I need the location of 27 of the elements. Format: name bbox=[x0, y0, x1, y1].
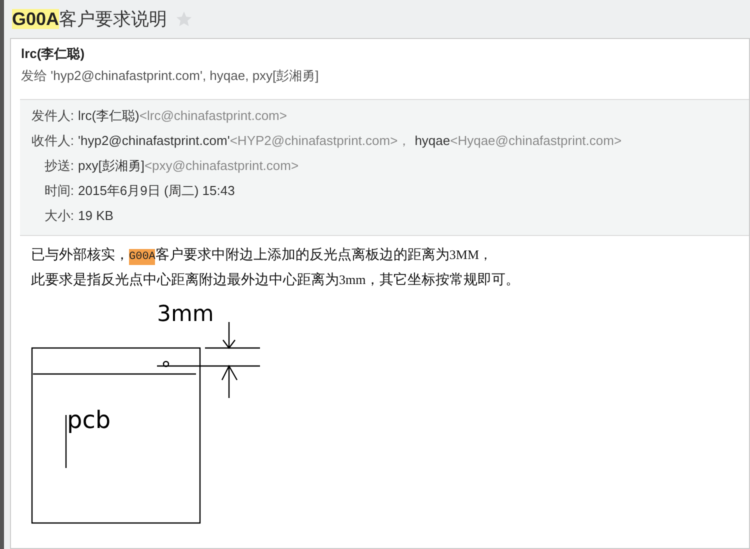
contact-address: <HYP2@chinafastprint.com>， bbox=[230, 132, 411, 150]
subject-text: 客户要求说明 bbox=[59, 8, 168, 28]
body-text: 客户要求中附边上添加的反光点离板边的距离为 bbox=[155, 246, 450, 262]
highlighted-text: G00A bbox=[12, 8, 60, 28]
body-text: 已与外部核实， bbox=[31, 246, 129, 262]
body-text: 此要求是指反光点中心距离附边最外边中心距离为 bbox=[31, 271, 339, 287]
contact-address: <Hyqae@chinafastprint.com> bbox=[450, 132, 622, 150]
sender-name: lrc(李仁聪) bbox=[21, 45, 86, 64]
field-label: 时间: bbox=[43, 182, 75, 200]
contact-name[interactable]: pxy[彭湘勇] bbox=[78, 156, 144, 176]
contact-name[interactable]: lrc(李仁聪) bbox=[78, 106, 140, 126]
field-value: 2015年6月9日 (周二) 15:43 bbox=[78, 182, 235, 200]
board-label: pcb bbox=[67, 406, 111, 434]
dimension-label: 3mm bbox=[157, 302, 214, 327]
body-text: 3mm bbox=[339, 272, 366, 287]
contact-name[interactable]: hyqae bbox=[414, 131, 450, 150]
recipients-summary: 发给 'hyp2@chinafastprint.com', hyqae, pxy[彭湘勇] bbox=[21, 67, 320, 86]
contact-address: <lrc@chinafastprint.com> bbox=[139, 107, 287, 125]
field-label: 收件人: bbox=[30, 132, 75, 150]
contact-address: <pxy@chinafastprint.com> bbox=[144, 157, 299, 175]
body-text: ，其它坐标按常规即可。 bbox=[366, 271, 520, 287]
contact-name[interactable]: 'hyp2@chinafastprint.com' bbox=[78, 131, 230, 150]
field-value: 19 KB bbox=[78, 207, 114, 225]
field-label: 抄送: bbox=[43, 157, 75, 175]
field-label: 发件人: bbox=[30, 107, 75, 125]
body-text: 3MM， bbox=[449, 247, 492, 262]
field-label: 大小: bbox=[43, 207, 75, 225]
